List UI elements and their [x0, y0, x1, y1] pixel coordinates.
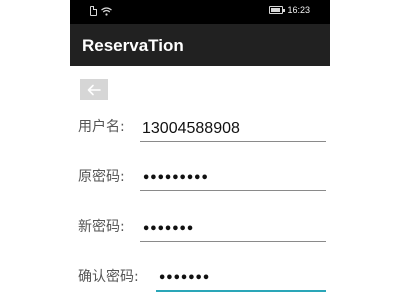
- app-title: ReservaTion: [82, 36, 184, 55]
- battery-icon: [269, 6, 286, 14]
- old-password-field[interactable]: •••••••••: [140, 167, 326, 191]
- status-bar: 16:23: [70, 0, 330, 24]
- username-label: 用户名:: [78, 119, 125, 135]
- new-password-label: 新密码:: [78, 219, 125, 235]
- sim-icon: [90, 6, 97, 16]
- app-bar: ReservaTion: [70, 24, 330, 66]
- left-margin: [0, 0, 70, 300]
- arrow-left-icon: [87, 84, 101, 96]
- right-margin: [330, 0, 400, 300]
- phone-screen: 16:23 ReservaTion 用户名: 13004588908 原密码: …: [70, 0, 330, 300]
- new-password-field[interactable]: •••••••: [140, 218, 326, 242]
- status-time: 16:23: [287, 5, 310, 15]
- status-right-group: 16:23: [269, 5, 310, 15]
- wifi-icon: [101, 6, 112, 16]
- old-password-label: 原密码:: [78, 169, 125, 185]
- status-left-group: [90, 6, 112, 16]
- username-field[interactable]: 13004588908: [140, 118, 326, 142]
- confirm-password-field[interactable]: •••••••: [156, 268, 326, 292]
- username-value: 13004588908: [142, 120, 240, 137]
- back-button[interactable]: [80, 79, 108, 100]
- confirm-password-value: •••••••: [158, 271, 210, 286]
- confirm-password-label: 确认密码:: [78, 269, 139, 285]
- old-password-value: •••••••••: [142, 171, 209, 186]
- new-password-value: •••••••: [142, 222, 194, 237]
